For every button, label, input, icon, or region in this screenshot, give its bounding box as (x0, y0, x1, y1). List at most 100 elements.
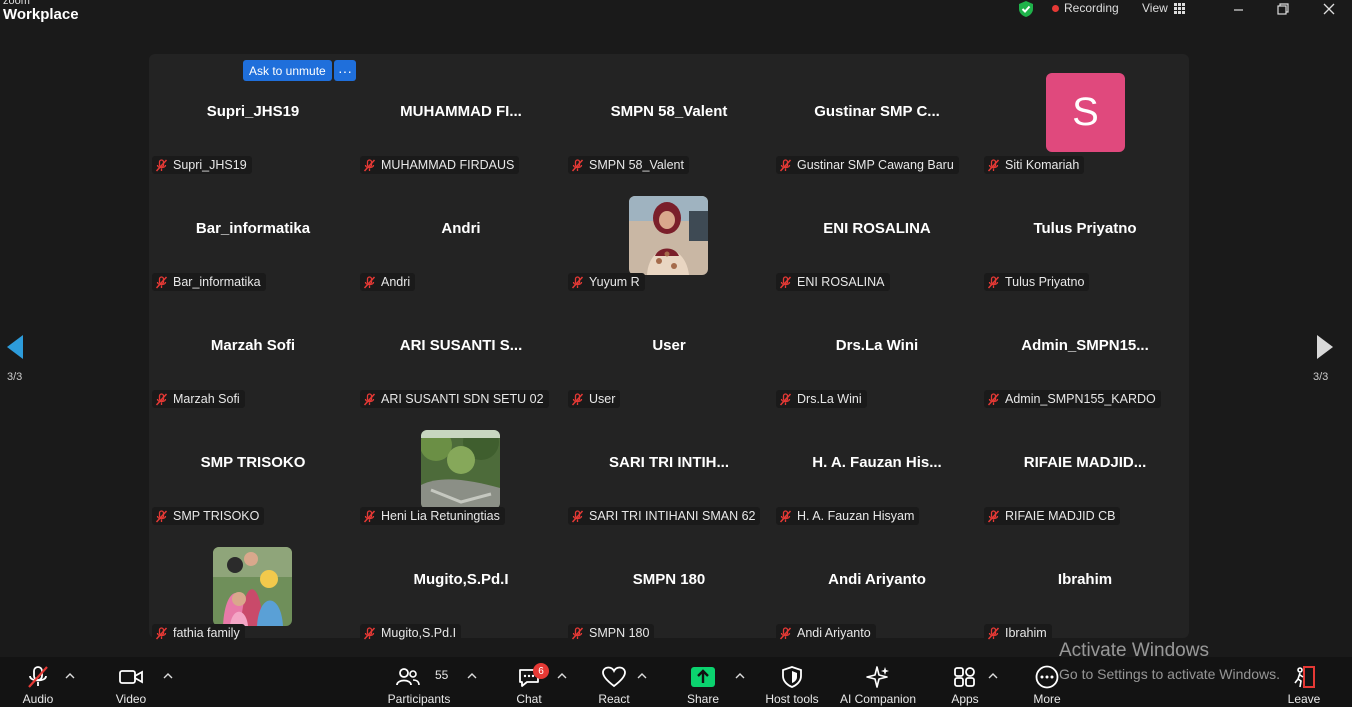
participant-name-label: SMP TRISOKO (152, 507, 265, 525)
participants-button[interactable]: Participants (387, 657, 451, 707)
participant-tile[interactable]: fathia family (149, 528, 357, 645)
participant-name-label: Supri_JHS19 (152, 156, 252, 174)
participant-name-label: fathia family (152, 624, 245, 642)
participant-name: Admin_SMPN155_KARDO (1005, 392, 1156, 406)
restore-button[interactable] (1268, 0, 1298, 18)
participant-tile[interactable]: MUHAMMAD FI... MUHAMMAD FIRDAUS (357, 60, 565, 177)
avatar: S (1046, 73, 1125, 152)
participant-display-name: Andri (441, 220, 481, 237)
participant-name-label: Andri (360, 273, 416, 291)
participant-tile[interactable]: ENI ROSALINA ENI ROSALINA (773, 177, 981, 294)
participant-photo (421, 430, 500, 509)
participant-tile[interactable]: Heni Lia Retuningtias (357, 411, 565, 528)
apps-options-chevron-up-icon[interactable] (988, 671, 998, 681)
participant-name: Tulus Priyatno (1005, 275, 1085, 289)
host-tools-button[interactable]: Host tools (762, 657, 822, 707)
participant-tile[interactable]: Admin_SMPN15... Admin_SMPN155_KARDO (981, 294, 1189, 411)
close-button[interactable] (1314, 0, 1344, 18)
audio-options-chevron-up-icon[interactable] (65, 671, 75, 681)
participant-tile[interactable]: Ibrahim Ibrahim (981, 528, 1189, 645)
brand-workplace: Workplace (3, 6, 79, 23)
participant-tile[interactable]: User User (565, 294, 773, 411)
view-button[interactable]: View (1142, 1, 1185, 15)
react-options-chevron-up-icon[interactable] (637, 671, 647, 681)
participant-name-label: Andi Ariyanto (776, 624, 876, 642)
participant-video (421, 430, 500, 509)
participant-name: Mugito,S.Pd.I (381, 626, 457, 640)
chat-options-chevron-up-icon[interactable] (557, 671, 567, 681)
muted-mic-icon (779, 509, 792, 523)
muted-mic-icon (779, 392, 792, 406)
participant-name: SMPN 180 (589, 626, 650, 640)
participant-name: MUHAMMAD FIRDAUS (381, 158, 515, 172)
tile-more-options-button[interactable]: ··· (334, 60, 356, 81)
participant-tile[interactable]: Gustinar SMP C... Gustinar SMP Cawang Bar… (773, 60, 981, 177)
participant-name-label: MUHAMMAD FIRDAUS (360, 156, 520, 174)
audio-label: Audio (22, 692, 54, 706)
minimize-button[interactable] (1223, 0, 1253, 18)
muted-mic-icon (779, 626, 792, 640)
muted-mic-icon (987, 509, 1000, 523)
participant-tile[interactable]: SARI TRI INTIH... SARI TRI INTIHANI SMAN … (565, 411, 773, 528)
participants-icon (396, 668, 420, 686)
participants-options-chevron-up-icon[interactable] (467, 671, 477, 681)
participant-name: User (589, 392, 616, 406)
video-options-chevron-up-icon[interactable] (163, 671, 173, 681)
participant-tile[interactable]: Tulus Priyatno Tulus Priyatno (981, 177, 1189, 294)
apps-button[interactable]: Apps (948, 657, 982, 707)
participant-tile[interactable]: Andi Ariyanto Andi Ariyanto (773, 528, 981, 645)
more-ellipsis-icon (1035, 665, 1059, 689)
participant-tile[interactable]: ARI SUSANTI S... ARI SUSANTI SDN SETU 02 (357, 294, 565, 411)
recording-indicator[interactable]: Recording (1052, 1, 1119, 15)
participant-name: Supri_JHS19 (173, 158, 247, 172)
close-icon (1323, 3, 1335, 15)
leave-label: Leave (1287, 692, 1321, 706)
participant-tile[interactable]: Marzah Sofi Marzah Sofi (149, 294, 357, 411)
participant-tile[interactable]: Andri Andri (357, 177, 565, 294)
muted-mic-icon (571, 158, 584, 172)
more-label: More (1033, 692, 1061, 706)
participant-tile[interactable]: Mugito,S.Pd.I Mugito,S.Pd.I (357, 528, 565, 645)
participant-display-name: Marzah Sofi (210, 337, 296, 354)
participant-tile[interactable]: Bar_informatika Bar_informatika (149, 177, 357, 294)
participant-name: SARI TRI INTIHANI SMAN 62 (589, 509, 756, 523)
participant-tile[interactable]: SMPN 58_Valent SMPN 58_Valent (565, 60, 773, 177)
recording-label: Recording (1064, 1, 1119, 15)
encryption-shield-icon[interactable] (1017, 0, 1035, 18)
recording-dot-icon (1052, 4, 1059, 12)
leave-button[interactable]: Leave (1287, 657, 1321, 707)
react-button[interactable]: React (596, 657, 632, 707)
minimize-icon (1233, 8, 1243, 11)
next-page-arrow-icon[interactable] (1315, 333, 1335, 361)
video-label: Video (115, 692, 147, 706)
share-button[interactable]: Share (686, 657, 720, 707)
participant-tile[interactable]: SMP TRISOKO SMP TRISOKO (149, 411, 357, 528)
muted-mic-icon (363, 275, 376, 289)
participant-tile[interactable]: SMPN 180 SMPN 180 (565, 528, 773, 645)
participant-display-name: MUHAMMAD FI... (400, 103, 522, 120)
participant-name: Andi Ariyanto (797, 626, 871, 640)
muted-mic-icon (155, 392, 168, 406)
share-options-chevron-up-icon[interactable] (735, 671, 745, 681)
apps-icon (954, 667, 975, 687)
video-button[interactable]: Video (112, 657, 150, 707)
participant-name-label: SARI TRI INTIHANI SMAN 62 (568, 507, 761, 525)
participant-display-name: RIFAIE MADJID... (1023, 454, 1147, 471)
participant-name: Marzah Sofi (173, 392, 240, 406)
participant-name-label: Heni Lia Retuningtias (360, 507, 505, 525)
participant-display-name: SMP TRISOKO (200, 454, 306, 471)
participant-tile[interactable]: Drs.La Wini Drs.La Wini (773, 294, 981, 411)
participant-display-name: Bar_informatika (195, 220, 311, 237)
ai-companion-button[interactable]: AI Companion (838, 657, 918, 707)
ask-to-unmute-button[interactable]: Ask to unmute (243, 60, 332, 81)
participant-name-label: Bar_informatika (152, 273, 266, 291)
participant-display-name: Andi Ariyanto (828, 571, 926, 588)
participant-tile[interactable]: Yuyum R (565, 177, 773, 294)
participant-name-label: Drs.La Wini (776, 390, 867, 408)
participant-video (213, 547, 292, 626)
previous-page-arrow-icon[interactable] (5, 333, 25, 361)
participant-tile[interactable]: H. A. Fauzan His... H. A. Fauzan Hisyam (773, 411, 981, 528)
participant-display-name: Gustinar SMP C... (814, 103, 940, 120)
participant-tile[interactable]: RIFAIE MADJID... RIFAIE MADJID CB (981, 411, 1189, 528)
audio-button[interactable]: Audio (20, 657, 56, 707)
